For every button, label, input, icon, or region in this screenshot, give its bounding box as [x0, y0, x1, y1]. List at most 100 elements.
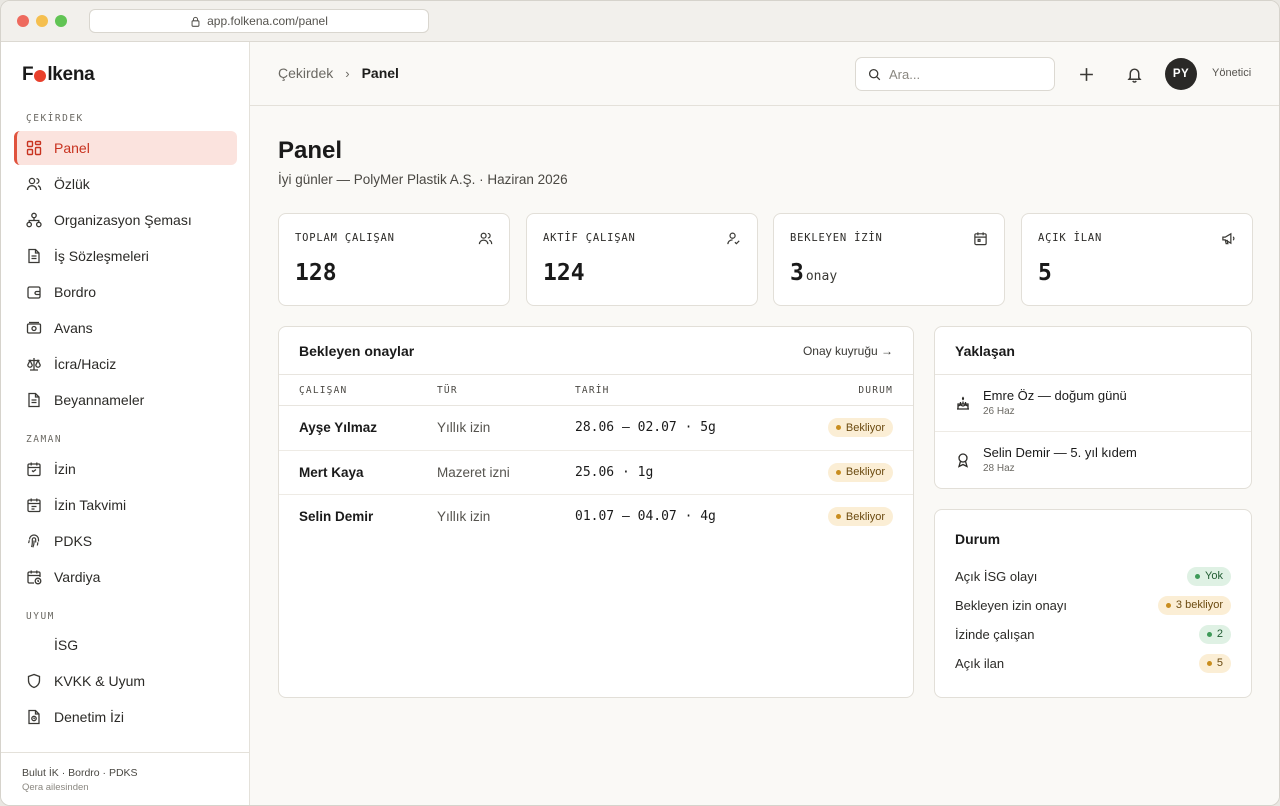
user-role[interactable]: Yönetici — [1212, 67, 1251, 79]
stat-card-total-employees[interactable]: TOPLAM ÇALIŞAN 128 — [278, 213, 510, 306]
status-badge-text: 5 — [1216, 657, 1223, 669]
shield-icon — [27, 673, 41, 689]
search-icon — [868, 68, 881, 80]
calendar-icon — [974, 232, 987, 246]
brand-logo[interactable]: Flkena — [22, 64, 95, 86]
status-dot-icon — [1195, 573, 1201, 579]
status-text: Bekliyor — [845, 466, 885, 478]
search-box[interactable] — [855, 57, 1055, 91]
notifications-button[interactable] — [1123, 63, 1145, 85]
status-row[interactable]: Açık İSG olayı Yok — [955, 566, 1231, 586]
section-label-core: ÇEKİRDEK — [26, 113, 84, 124]
status-row-label: İzinde çalışan — [955, 626, 1035, 642]
table-header: ÇALIŞAN TÜR TARİH DURUM — [279, 375, 913, 406]
card-title: Durum — [955, 531, 1001, 547]
sidebar-item-label: İzin — [54, 461, 76, 477]
sidebar-item-label: Beyannameler — [54, 392, 145, 408]
column-header-status[interactable]: DURUM — [858, 385, 893, 396]
sidebar-item-label: İSG — [54, 637, 79, 653]
title-bar: app.folkena.com/panel — [1, 1, 1279, 42]
stat-value: 3 onay — [790, 260, 837, 286]
upcoming-event-text: Emre Öz — doğum günü — [983, 388, 1127, 403]
sidebar-item-leave[interactable]: İzin — [14, 452, 237, 486]
status-dot-icon — [835, 469, 841, 475]
leave-date: 01.07 – 04.07 · 4g — [575, 509, 716, 524]
browser-window: app.folkena.com/panel Flkena ÇEKİRDEK Pa… — [0, 0, 1280, 806]
column-header-type[interactable]: TÜR — [437, 385, 458, 396]
bell-icon — [1126, 67, 1142, 83]
status-row[interactable]: İzinde çalışan 2 — [955, 624, 1231, 644]
sidebar-item-ozluk[interactable]: Özlük — [14, 167, 237, 201]
breadcrumb-parent[interactable]: Çekirdek — [278, 65, 333, 81]
plus-icon — [1079, 67, 1093, 81]
sidebar-item-pdks[interactable]: PDKS — [14, 524, 237, 558]
status-row[interactable]: Bekleyen izin onayı 3 bekliyor — [955, 595, 1231, 615]
status-row-label: Bekleyen izin onayı — [955, 597, 1068, 613]
card-title: Yaklaşan — [955, 343, 1015, 359]
document-icon — [28, 392, 40, 408]
search-input[interactable] — [889, 66, 1039, 82]
list-item[interactable]: Selin Demir — 5. yıl kıdem 28 Haz — [935, 432, 1251, 488]
sidebar-item-advance[interactable]: Avans — [14, 311, 237, 345]
avatar[interactable]: PY — [1165, 58, 1197, 90]
card-header: Bekleyen onaylar Onay kuyruğu → — [279, 327, 913, 375]
sidebar-item-panel[interactable]: Panel — [14, 131, 237, 165]
sidebar-item-label: Bordro — [54, 284, 97, 300]
sidebar-item-label: Vardiya — [54, 569, 101, 585]
sidebar-item-leave-calendar[interactable]: İzin Takvimi — [14, 488, 237, 522]
status-dot-icon — [835, 425, 841, 430]
address-bar[interactable]: app.folkena.com/panel — [89, 9, 429, 33]
column-header-employee[interactable]: ÇALIŞAN — [299, 385, 347, 396]
stat-label: TOPLAM ÇALIŞAN — [295, 232, 395, 244]
table-row[interactable]: Ayşe Yılmaz Yıllık izin 28.06 – 02.07 · … — [279, 406, 913, 451]
people-icon — [478, 232, 493, 245]
table-row[interactable]: Mert Kaya Mazeret izni 25.06 · 1g Bekliy… — [279, 451, 913, 495]
top-bar: Çekirdek › Panel PY Yönetici — [250, 42, 1279, 106]
leave-type: Yıllık izin — [437, 509, 491, 524]
close-window-button[interactable] — [17, 15, 29, 27]
sidebar-item-label: Avans — [54, 320, 93, 336]
sidebar-item-contracts[interactable]: İş Sözleşmeleri — [14, 239, 237, 273]
sidebar-item-shift[interactable]: Vardiya — [14, 560, 237, 594]
card-title: Bekleyen onaylar — [299, 343, 415, 359]
approval-queue-link[interactable]: Onay kuyruğu → — [803, 344, 893, 358]
sidebar-item-label: Panel — [54, 140, 90, 156]
leave-date: 28.06 – 02.07 · 5g — [575, 420, 716, 435]
sidebar-item-org-chart[interactable]: Organizasyon Şeması — [14, 203, 237, 237]
status-badge-text: 2 — [1216, 628, 1223, 640]
table-row[interactable]: Selin Demir Yıllık izin 01.07 – 04.07 · … — [279, 495, 913, 540]
sidebar-item-label: İcra/Haciz — [54, 356, 117, 372]
minimize-window-button[interactable] — [36, 15, 48, 27]
employee-name: Mert Kaya — [299, 464, 364, 480]
document-icon — [28, 248, 40, 264]
sidebar-item-payroll[interactable]: Bordro — [14, 275, 237, 309]
stat-card-pending-leave[interactable]: BEKLEYEN İZİN 3 onay — [773, 213, 1005, 306]
sidebar-item-isg[interactable]: İSG — [14, 628, 237, 662]
stat-card-open-positions[interactable]: AÇIK İLAN 5 — [1021, 213, 1253, 306]
sidebar-item-kvkk[interactable]: KVKK & Uyum — [14, 664, 237, 698]
sidebar-item-label: Organizasyon Şeması — [54, 212, 192, 228]
sidebar-item-label: İş Sözleşmeleri — [54, 248, 149, 264]
stat-value: 124 — [543, 260, 585, 286]
sidebar-item-declarations[interactable]: Beyannameler — [14, 383, 237, 417]
column-header-date[interactable]: TARİH — [575, 385, 610, 396]
stat-value: 128 — [295, 260, 337, 286]
employee-name: Selin Demir — [299, 509, 374, 524]
list-item[interactable]: Emre Öz — doğum günü 26 Haz — [935, 375, 1251, 432]
sidebar-item-audit[interactable]: Denetim İzi — [14, 700, 237, 734]
status-dot-icon — [835, 514, 841, 519]
status-row[interactable]: Açık ilan 5 — [955, 653, 1231, 673]
calendar-clock-icon — [27, 570, 42, 585]
sidebar-item-garnishment[interactable]: İcra/Haciz — [14, 347, 237, 381]
card-header: Yaklaşan — [935, 327, 1251, 375]
lock-icon — [191, 16, 200, 27]
sidebar: Flkena ÇEKİRDEK Panel Özlük Organizasyon… — [1, 42, 250, 805]
dashboard-grid-icon — [26, 140, 42, 156]
stat-card-active-employees[interactable]: AKTİF ÇALIŞAN 124 — [526, 213, 758, 306]
add-button[interactable] — [1075, 63, 1097, 85]
calendar-icon — [27, 498, 41, 513]
status-badge-text: 3 bekliyor — [1175, 599, 1223, 611]
sidebar-item-label: PDKS — [54, 533, 93, 549]
maximize-window-button[interactable] — [55, 15, 67, 27]
employee-name: Ayşe Yılmaz — [299, 420, 378, 435]
